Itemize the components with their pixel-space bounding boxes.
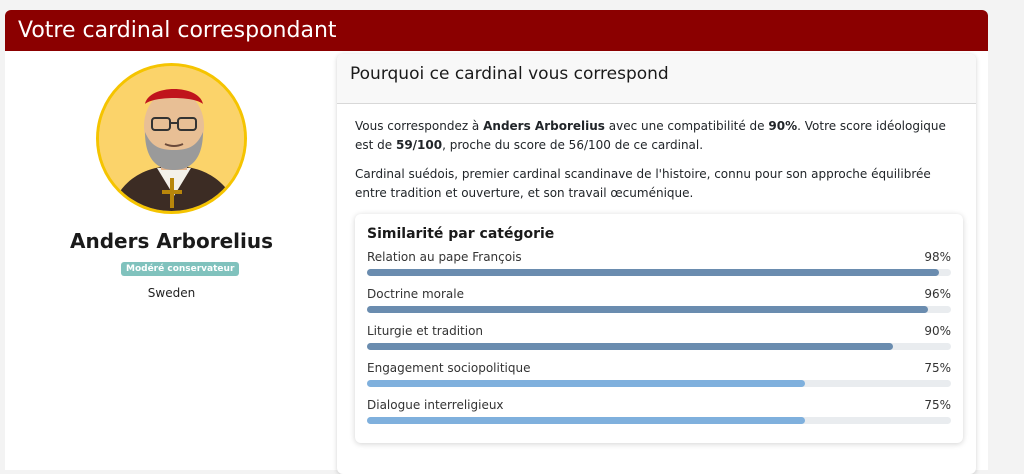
category-percent: 96%: [924, 287, 951, 301]
match-summary-text: Vous correspondez à Anders Arborelius av…: [355, 117, 958, 155]
similarity-row: Liturgie et tradition 90%: [367, 324, 951, 350]
progress-track: [367, 306, 951, 313]
similarity-row: Doctrine morale 96%: [367, 287, 951, 313]
profile-panel: Anders Arborelius Modéré conservateur Sw…: [5, 51, 338, 470]
summary-text-b: avec une compatibilité de: [604, 119, 769, 133]
progress-fill: [367, 417, 805, 424]
progress-fill: [367, 269, 940, 276]
category-label: Doctrine morale: [367, 287, 464, 301]
category-label: Dialogue interreligieux: [367, 398, 504, 412]
similarity-row: Relation au pape François 98%: [367, 250, 951, 276]
progress-track: [367, 380, 951, 387]
cardinal-name: Anders Arborelius: [69, 229, 273, 253]
cardinal-portrait-icon: [99, 66, 244, 211]
progress-track: [367, 343, 951, 350]
progress-fill: [367, 306, 928, 313]
avatar: [96, 63, 247, 214]
category-label: Relation au pape François: [367, 250, 522, 264]
similarity-title: Similarité par catégorie: [367, 226, 555, 242]
similarity-row: Engagement sociopolitique 75%: [367, 361, 951, 387]
category-label: Engagement sociopolitique: [367, 361, 531, 375]
status-badge: Modéré conservateur: [121, 262, 240, 276]
match-explanation-panel: Pourquoi ce cardinal vous correspond Vou…: [337, 54, 976, 474]
category-percent: 75%: [924, 398, 951, 412]
similarity-card: Similarité par catégorie Relation au pap…: [355, 214, 963, 443]
progress-fill: [367, 380, 805, 387]
page-title: Votre cardinal correspondant: [5, 10, 988, 51]
summary-compatibility: 90%: [768, 119, 798, 133]
similarity-row: Dialogue interreligieux 75%: [367, 398, 951, 424]
cardinal-description: Cardinal suédois, premier cardinal scand…: [355, 167, 931, 200]
category-label: Liturgie et tradition: [367, 324, 484, 338]
progress-track: [367, 269, 951, 276]
category-percent: 90%: [924, 324, 951, 338]
summary-text-a: Vous correspondez à: [355, 119, 484, 133]
match-explanation-title: Pourquoi ce cardinal vous correspond: [337, 54, 976, 104]
progress-track: [367, 417, 951, 424]
progress-fill: [367, 343, 893, 350]
summary-name: Anders Arborelius: [483, 119, 605, 133]
category-percent: 75%: [924, 361, 951, 375]
summary-text-d: , proche du score de 56/100 de ce cardin…: [442, 138, 704, 152]
category-percent: 98%: [924, 250, 951, 264]
summary-score: 59/100: [395, 138, 443, 152]
cardinal-country: Sweden: [147, 286, 196, 300]
